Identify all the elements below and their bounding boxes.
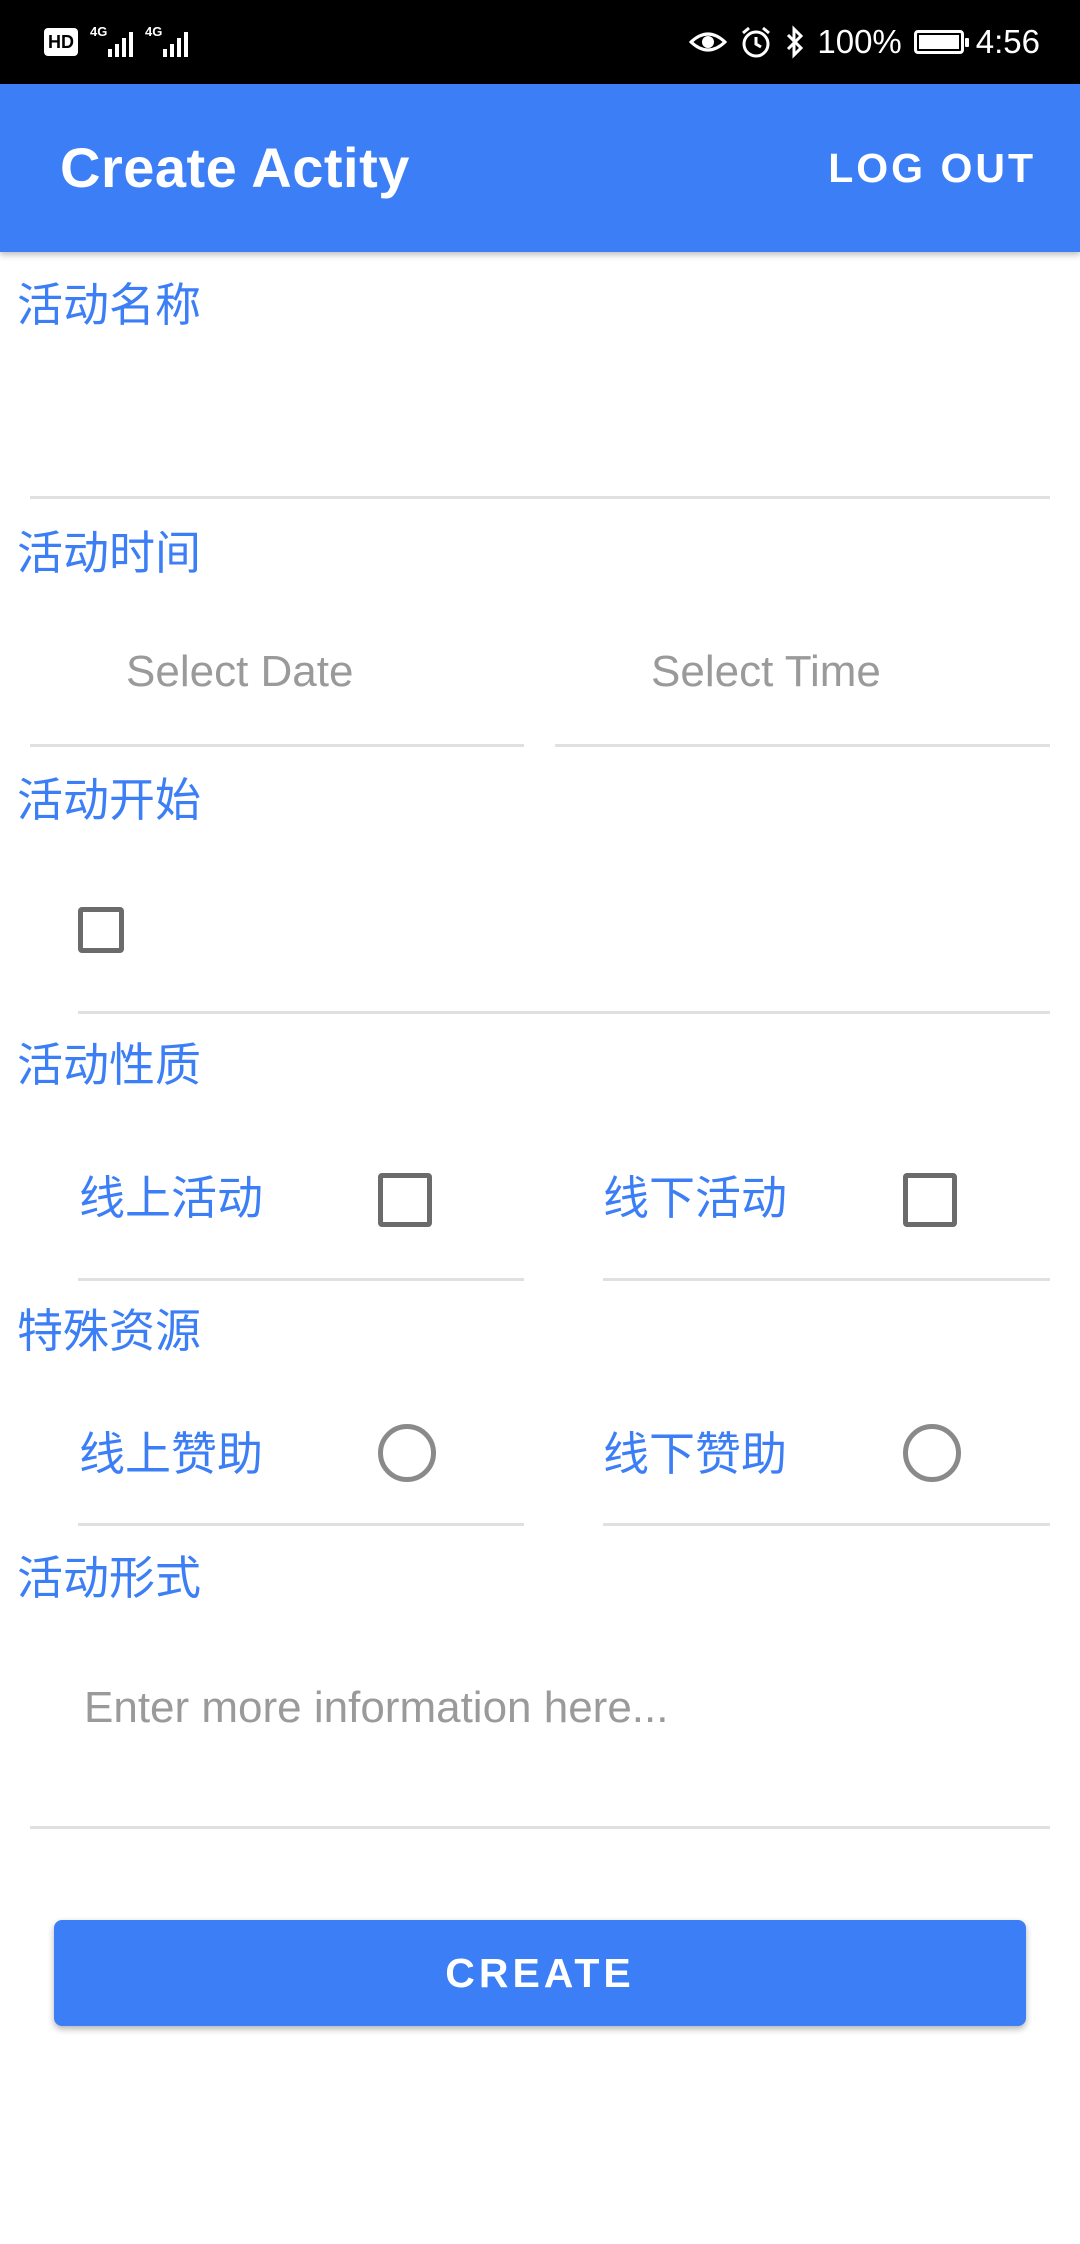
activity-name-input[interactable]	[30, 340, 1050, 496]
battery-icon	[913, 30, 969, 54]
select-time-field[interactable]: Select Time	[651, 644, 951, 700]
activity-name-label: 活动名称	[17, 279, 201, 331]
status-right-icons: 100% 4:56	[689, 20, 1040, 64]
app-bar: Create Actity LOG OUT	[0, 84, 1080, 252]
offline-activity-checkbox[interactable]	[903, 1173, 957, 1227]
battery-fill	[918, 35, 959, 49]
select-date-field[interactable]: Select Date	[126, 644, 426, 700]
activity-name-underline	[30, 496, 1050, 499]
offline-sponsor-underline	[603, 1523, 1050, 1526]
online-sponsor-label: 线上赞助	[79, 1428, 263, 1480]
alarm-icon	[742, 26, 771, 58]
time-underline	[555, 744, 1050, 747]
activity-nature-label: 活动性质	[17, 1039, 201, 1091]
more-info-underline	[30, 1826, 1050, 1829]
clock: 4:56	[975, 23, 1040, 60]
battery-percent: 100%	[817, 23, 902, 60]
date-underline	[30, 744, 524, 747]
signal-icon: 4G	[145, 24, 188, 57]
start-underline	[78, 1011, 1050, 1014]
network-type-label: 4G	[90, 24, 108, 39]
page-title: Create Actity	[60, 136, 410, 199]
create-button[interactable]: CREATE	[54, 1920, 1026, 2026]
status-bar: HD 4G 4G 100% 4:56	[0, 0, 1080, 84]
activity-start-checkbox[interactable]	[78, 907, 124, 953]
status-left-icons: HD 4G 4G	[44, 24, 188, 60]
activity-time-label: 活动时间	[17, 527, 201, 579]
offline-activity-underline	[603, 1278, 1050, 1281]
activity-start-label: 活动开始	[17, 774, 201, 826]
bluetooth-icon	[787, 25, 804, 59]
special-resources-label: 特殊资源	[17, 1305, 201, 1357]
online-activity-label: 线上活动	[79, 1172, 263, 1224]
signal-icon: 4G	[90, 24, 133, 57]
logout-button[interactable]: LOG OUT	[828, 84, 1036, 252]
online-sponsor-underline	[78, 1523, 524, 1526]
online-sponsor-radio[interactable]	[378, 1424, 436, 1482]
more-info-input[interactable]: Enter more information here...	[84, 1680, 984, 1736]
offline-sponsor-radio[interactable]	[903, 1424, 961, 1482]
eye-icon	[689, 32, 728, 52]
offline-sponsor-label: 线下赞助	[603, 1428, 787, 1480]
activity-format-label: 活动形式	[17, 1552, 201, 1604]
online-activity-underline	[78, 1278, 524, 1281]
online-activity-checkbox[interactable]	[378, 1173, 432, 1227]
hd-badge: HD	[44, 28, 78, 56]
network-type-label: 4G	[145, 24, 163, 39]
offline-activity-label: 线下活动	[603, 1172, 787, 1224]
